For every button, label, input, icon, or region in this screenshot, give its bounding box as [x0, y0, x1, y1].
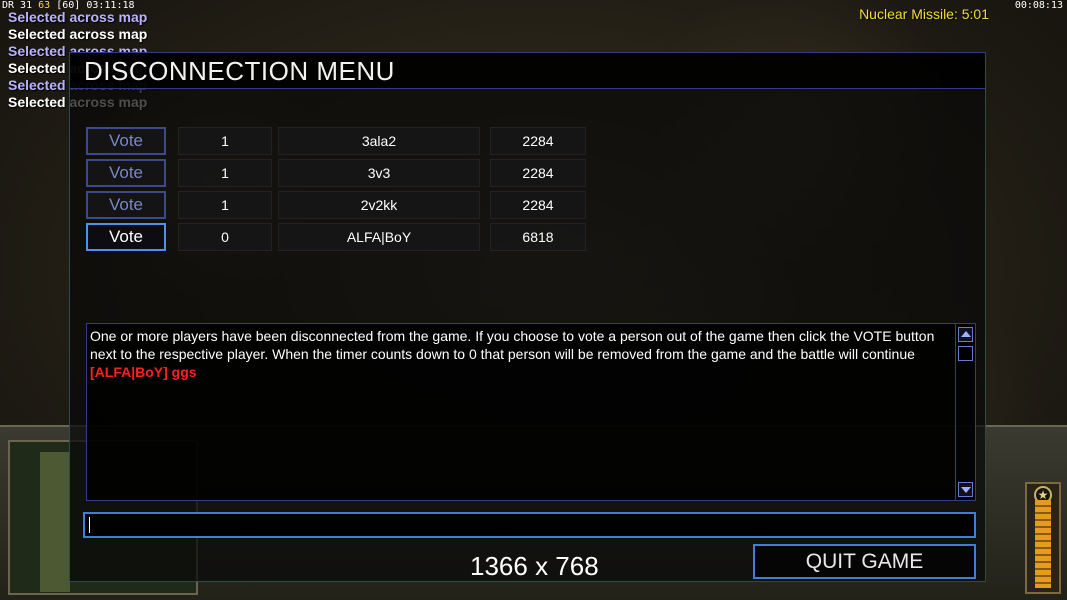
chat-text: One or more players have been disconnect… [90, 327, 952, 381]
arrow-down-icon [960, 487, 971, 493]
vote-button[interactable]: Vote [86, 223, 166, 251]
player-ping: 2284 [490, 191, 586, 219]
rank-panel: ★ [1025, 482, 1061, 594]
vote-button[interactable]: Vote [86, 159, 166, 187]
dialog-title-bar: DISCONNECTION MENU [70, 53, 985, 89]
vote-count: 0 [178, 223, 272, 251]
resolution-label: 1366 x 768 [470, 551, 599, 581]
feed-line: Selected across map [8, 26, 148, 42]
feed-line: Selected across map [8, 9, 148, 25]
vote-count: 1 [178, 191, 272, 219]
experience-bar [1035, 500, 1051, 588]
vote-count: 1 [178, 159, 272, 187]
player-ping: 2284 [490, 159, 586, 187]
chat-scrollbar[interactable] [955, 324, 975, 500]
player-ping: 2284 [490, 127, 586, 155]
vote-button[interactable]: Vote [86, 191, 166, 219]
player-name: 3ala2 [278, 127, 480, 155]
quit-game-button[interactable]: QUIT GAME [753, 544, 976, 579]
superweapon-timer: Nuclear Missile: 5:01 [859, 6, 989, 22]
player-ping: 6818 [490, 223, 586, 251]
chat-log[interactable]: One or more players have been disconnect… [86, 323, 976, 501]
dialog-title: DISCONNECTION MENU [84, 56, 395, 86]
chat-input[interactable] [83, 512, 976, 538]
player-name: 2v2kk [278, 191, 480, 219]
scroll-up-button[interactable] [958, 327, 973, 342]
scroll-thumb[interactable] [958, 346, 973, 361]
vote-button[interactable]: Vote [86, 127, 166, 155]
disconnection-dialog: DISCONNECTION MENU Vote 1 3ala2 2284 Vot… [69, 52, 986, 582]
player-message: [ALFA|BoY] ggs [90, 364, 197, 380]
game-clock: 00:08:13 [1014, 0, 1063, 11]
vote-count: 1 [178, 127, 272, 155]
scroll-down-button[interactable] [958, 482, 973, 497]
arrow-up-icon [960, 331, 971, 337]
system-message: One or more players have been disconnect… [90, 328, 935, 362]
minimap-terrain [40, 452, 70, 592]
player-name: ALFA|BoY [278, 223, 480, 251]
text-caret [89, 517, 90, 533]
player-name: 3v3 [278, 159, 480, 187]
